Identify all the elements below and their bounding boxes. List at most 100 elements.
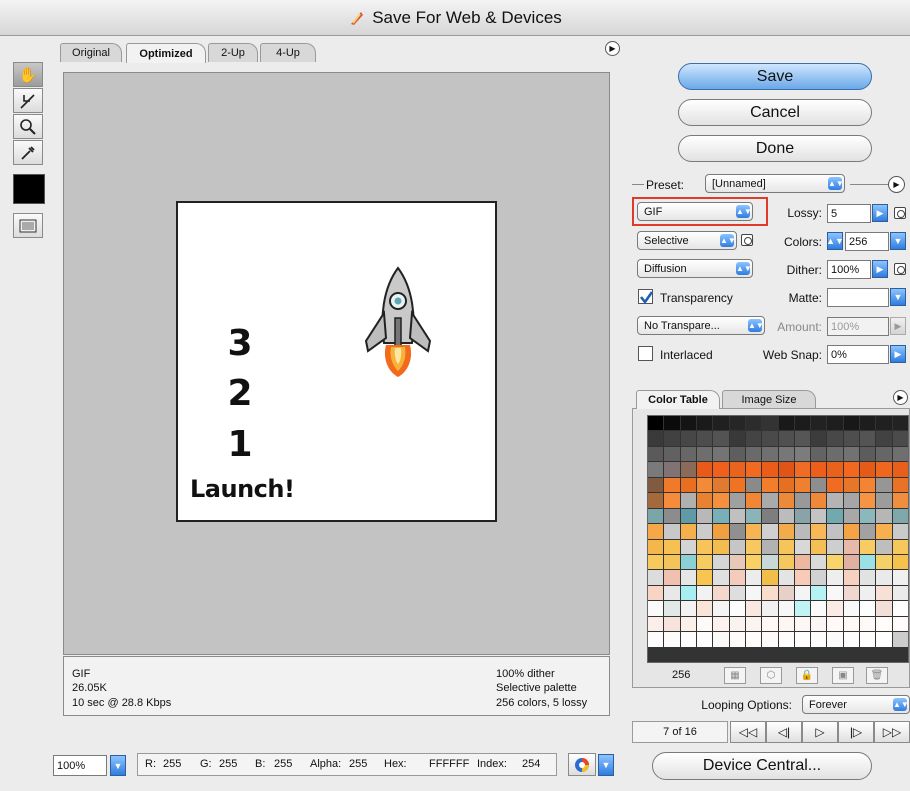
color-swatch[interactable]	[713, 446, 729, 462]
color-swatch[interactable]	[713, 570, 729, 585]
palette-mask-icon[interactable]	[741, 234, 753, 246]
color-swatch[interactable]	[745, 446, 762, 462]
color-swatch[interactable]	[876, 524, 892, 539]
color-swatch[interactable]	[729, 493, 745, 508]
color-swatch[interactable]	[680, 508, 696, 524]
color-swatch[interactable]	[762, 539, 778, 554]
color-swatch[interactable]	[827, 416, 843, 431]
color-swatch[interactable]	[745, 508, 762, 524]
color-swatch[interactable]	[794, 524, 811, 539]
color-swatch[interactable]	[696, 416, 713, 431]
browser-dropdown-button[interactable]: ▼	[598, 754, 614, 776]
color-swatch[interactable]	[827, 539, 843, 554]
color-swatch[interactable]	[811, 508, 827, 524]
color-swatch[interactable]	[794, 585, 811, 601]
color-swatch[interactable]	[696, 601, 713, 616]
web-shift-icon[interactable]: ⬡	[760, 667, 782, 684]
color-swatch[interactable]	[860, 431, 876, 446]
color-swatch[interactable]	[860, 554, 876, 570]
new-color-icon[interactable]: ▣	[832, 667, 854, 684]
color-swatch[interactable]	[713, 632, 729, 647]
color-swatch[interactable]	[729, 616, 745, 632]
color-swatch[interactable]	[843, 585, 860, 601]
color-swatch[interactable]	[811, 477, 827, 493]
color-swatch[interactable]	[745, 632, 762, 647]
tab-color-table[interactable]: Color Table	[636, 390, 720, 409]
color-swatch[interactable]	[794, 493, 811, 508]
color-swatch[interactable]	[729, 477, 745, 493]
color-swatch[interactable]	[827, 508, 843, 524]
color-swatch[interactable]	[648, 601, 664, 616]
color-swatch[interactable]	[778, 554, 794, 570]
color-swatch[interactable]	[778, 493, 794, 508]
color-swatch[interactable]	[827, 493, 843, 508]
color-swatch[interactable]	[892, 601, 908, 616]
color-swatch[interactable]	[729, 524, 745, 539]
color-swatch[interactable]	[648, 570, 664, 585]
color-swatch[interactable]	[729, 462, 745, 477]
color-swatch[interactable]	[648, 508, 664, 524]
color-swatch[interactable]	[811, 446, 827, 462]
color-swatch[interactable]	[876, 462, 892, 477]
color-swatch[interactable]	[827, 462, 843, 477]
color-swatch[interactable]	[745, 524, 762, 539]
color-swatch[interactable]	[648, 616, 664, 632]
color-swatch[interactable]	[648, 477, 664, 493]
color-swatch[interactable]	[745, 554, 762, 570]
color-swatch[interactable]	[794, 632, 811, 647]
color-swatch[interactable]	[876, 431, 892, 446]
color-swatch[interactable]	[648, 585, 664, 601]
color-swatch[interactable]	[876, 508, 892, 524]
color-swatch[interactable]	[745, 616, 762, 632]
color-swatch[interactable]	[713, 477, 729, 493]
color-swatch[interactable]	[860, 446, 876, 462]
color-swatch[interactable]	[648, 493, 664, 508]
color-swatch[interactable]	[713, 493, 729, 508]
color-swatch[interactable]	[729, 601, 745, 616]
color-swatch[interactable]	[876, 601, 892, 616]
color-swatch[interactable]	[860, 508, 876, 524]
color-swatch[interactable]	[843, 570, 860, 585]
web-snap-slider-button[interactable]: ▶	[890, 345, 906, 363]
color-swatch[interactable]	[811, 524, 827, 539]
color-swatch[interactable]	[680, 493, 696, 508]
color-swatch[interactable]	[680, 570, 696, 585]
color-swatch[interactable]	[892, 570, 908, 585]
color-swatch[interactable]	[762, 601, 778, 616]
color-swatch[interactable]	[778, 585, 794, 601]
zoom-tool-icon[interactable]	[13, 114, 43, 139]
color-swatch[interactable]	[778, 446, 794, 462]
color-swatch[interactable]	[696, 431, 713, 446]
color-swatch[interactable]	[860, 570, 876, 585]
color-swatch[interactable]	[876, 616, 892, 632]
color-swatch[interactable]	[778, 601, 794, 616]
color-swatch[interactable]	[696, 585, 713, 601]
next-frame-icon[interactable]: |▷	[838, 721, 874, 743]
color-swatch[interactable]	[729, 570, 745, 585]
color-swatch[interactable]	[664, 601, 680, 616]
save-button[interactable]: Save	[678, 63, 872, 90]
color-swatch[interactable]	[794, 570, 811, 585]
palette-select[interactable]: Selective ▲▼	[637, 231, 737, 250]
colors-stepper[interactable]: ▲▼	[826, 232, 844, 250]
color-swatch[interactable]	[696, 632, 713, 647]
toggle-slices-icon[interactable]	[13, 213, 43, 238]
format-select[interactable]: GIF ▲▼	[637, 202, 753, 221]
color-swatch[interactable]	[745, 477, 762, 493]
dither-algorithm-select[interactable]: Diffusion ▲▼	[637, 259, 753, 278]
color-swatch[interactable]	[811, 585, 827, 601]
color-swatch[interactable]	[762, 462, 778, 477]
color-swatch[interactable]	[778, 524, 794, 539]
color-swatch[interactable]	[811, 493, 827, 508]
color-swatch[interactable]	[892, 554, 908, 570]
color-swatch[interactable]	[664, 524, 680, 539]
color-swatch[interactable]	[745, 570, 762, 585]
color-swatch[interactable]	[680, 616, 696, 632]
color-swatch[interactable]	[827, 554, 843, 570]
color-swatch[interactable]	[827, 477, 843, 493]
color-swatch[interactable]	[664, 554, 680, 570]
color-swatch[interactable]	[729, 585, 745, 601]
tab-original[interactable]: Original	[60, 43, 122, 62]
color-swatch[interactable]	[811, 601, 827, 616]
color-swatch[interactable]	[892, 539, 908, 554]
